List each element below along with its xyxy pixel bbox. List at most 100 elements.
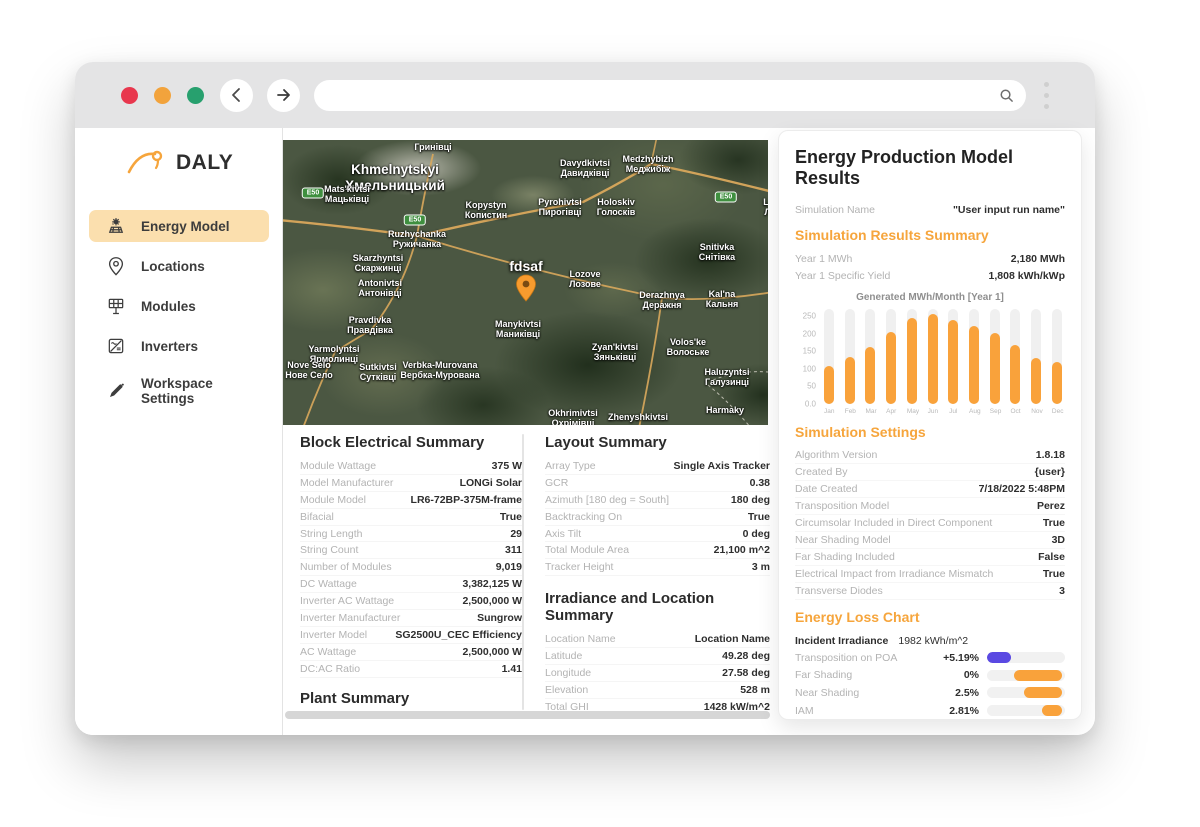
energy-loss-bar-track: [987, 705, 1065, 716]
right-summary-column: Layout SummaryArray TypeSingle Axis Trac…: [545, 434, 770, 710]
settings-row-label: Algorithm Version: [795, 449, 877, 461]
table-row-value: 0 deg: [743, 528, 770, 540]
table-row-value: 180 deg: [731, 494, 770, 506]
settings-row: Far Shading IncludedFalse: [795, 549, 1065, 566]
chart-x-axis: JanFebMarAprMayJunJulAugSepOctNovDec: [795, 404, 1065, 415]
settings-row: Electrical Impact from Irradiance Mismat…: [795, 566, 1065, 583]
forward-button[interactable]: [267, 79, 300, 112]
table-row-label: Number of Modules: [300, 561, 392, 573]
energy-loss-label: Far Shading: [795, 669, 929, 681]
table-row: GCR0.38: [545, 475, 770, 492]
bar-value: [824, 366, 834, 404]
table-row: Axis Tilt0 deg: [545, 526, 770, 543]
table-row-label: AC Wattage: [300, 646, 356, 658]
bar-track: [969, 309, 979, 404]
sidebar-item-modules[interactable]: Modules: [89, 290, 269, 322]
y-tick-label: 250: [803, 312, 816, 321]
table-row-label: Total GHI: [545, 701, 589, 710]
table-row: Elevation528 m: [545, 682, 770, 699]
settings-row: Near Shading Model3D: [795, 532, 1065, 549]
table-row: Inverter ManufacturerSungrow: [300, 610, 522, 627]
tables-horizontal-scrollbar[interactable]: [285, 711, 770, 719]
sidebar-item-inverters[interactable]: Inverters: [89, 330, 269, 362]
energy-loss-row: Soiling3%: [795, 719, 1065, 720]
table-row-label: Total Module Area: [545, 544, 629, 556]
x-tick-label: Feb: [845, 408, 855, 415]
settings-row-label: Transverse Diodes: [795, 585, 883, 597]
results-panel: Energy Production Model Results Simulati…: [778, 130, 1082, 720]
sidebar-item-workspace-settings[interactable]: Workspace Settings: [89, 370, 269, 412]
browser-window: DALY Energy ModelLocationsModulesInverte…: [75, 62, 1095, 735]
energy-loss-bar-track: [987, 687, 1065, 698]
settings-row-value: False: [1038, 551, 1065, 563]
route-badge-e50: E50: [715, 192, 737, 203]
browser-menu-icon[interactable]: [1044, 82, 1049, 109]
energy-loss-row: Near Shading2.5%: [795, 684, 1065, 702]
table-row-value: 3 m: [752, 561, 770, 573]
table-row-value: Location Name: [695, 633, 770, 645]
settings-row-label: Electrical Impact from Irradiance Mismat…: [795, 568, 993, 580]
results-panel-title: Energy Production Model Results: [795, 147, 1065, 189]
table-row-value: 1428 kW/m^2: [704, 701, 770, 710]
table-row-value: True: [500, 511, 522, 523]
table-row-label: String Length: [300, 528, 362, 540]
table-row-value: 1.41: [502, 663, 522, 675]
energy-loss-bar: [987, 652, 1011, 663]
table-row-value: 3,382,125 W: [462, 578, 522, 590]
bar-track: [1052, 309, 1062, 404]
module-panel-icon: [105, 296, 127, 316]
back-button[interactable]: [220, 79, 253, 112]
bar-value: [928, 314, 938, 404]
energy-loss-bar-track: [987, 670, 1065, 681]
close-window-button[interactable]: [121, 87, 138, 104]
table-row: Array TypeSingle Axis Tracker: [545, 458, 770, 475]
table-row-label: Module Wattage: [300, 460, 376, 472]
bar-track: [1031, 309, 1041, 404]
sidebar-item-energy-model[interactable]: Energy Model: [89, 210, 269, 242]
table-row: Azimuth [180 deg = South] 180 deg: [545, 492, 770, 509]
summary-heading: Simulation Results Summary: [795, 227, 1065, 243]
table-row: Inverter ModelSG2500U_CEC Efficiency: [300, 627, 522, 644]
energy-loss-row: Far Shading0%: [795, 667, 1065, 685]
zoom-window-button[interactable]: [187, 87, 204, 104]
browser-toolbar: [75, 62, 1095, 128]
table-row: AC Wattage2,500,000 W: [300, 644, 522, 661]
energy-loss-heading: Energy Loss Chart: [795, 609, 1065, 625]
tables-vertical-scrollbar[interactable]: [522, 434, 524, 710]
chart-y-axis: 250200150100500.0: [795, 309, 821, 404]
table-row-label: GCR: [545, 477, 568, 489]
url-bar[interactable]: [314, 80, 1026, 111]
table-row-label: Azimuth [180 deg = South]: [545, 494, 669, 506]
bar-value: [1010, 345, 1020, 404]
section-title: Block Electrical Summary: [300, 434, 522, 451]
x-tick-label: Apr: [886, 408, 896, 415]
table-row: DC Wattage3,382,125 W: [300, 576, 522, 593]
settings-row-value: Perez: [1037, 500, 1065, 512]
simulation-name-label: Simulation Name: [795, 204, 875, 216]
sidebar-item-label: Workspace Settings: [141, 376, 231, 406]
search-icon[interactable]: [999, 88, 1014, 103]
table-row-label: Elevation: [545, 684, 588, 696]
settings-row-value: 3D: [1052, 534, 1065, 546]
settings-row: Created By{user}: [795, 464, 1065, 481]
incident-irradiance-row: Incident Irradiance 1982 kWh/m^2: [795, 632, 1065, 649]
table-row-label: Module Model: [300, 494, 366, 506]
sidebar-item-locations[interactable]: Locations: [89, 250, 269, 282]
bar-track: [865, 309, 875, 404]
bar-track: [928, 309, 938, 404]
table-row-value: 2,500,000 W: [462, 595, 522, 607]
bar-value: [907, 318, 917, 404]
minimize-window-button[interactable]: [154, 87, 171, 104]
x-tick-label: Nov: [1031, 408, 1041, 415]
x-tick-label: Oct: [1010, 408, 1020, 415]
back-arrow-icon: [229, 87, 245, 103]
bar-track: [907, 309, 917, 404]
energy-loss-label: Transposition on POA: [795, 652, 929, 664]
table-row: Module Wattage375 W: [300, 458, 522, 475]
daly-logo-icon: [125, 148, 169, 178]
bar-track: [948, 309, 958, 404]
url-input[interactable]: [326, 88, 999, 102]
table-row-value: SG2500U_CEC Efficiency: [395, 629, 522, 641]
map-marker-pin-icon[interactable]: [515, 274, 537, 302]
satellite-map[interactable]: ГринівціKhmelnytskyiХмельницькийDavydkiv…: [283, 140, 768, 425]
